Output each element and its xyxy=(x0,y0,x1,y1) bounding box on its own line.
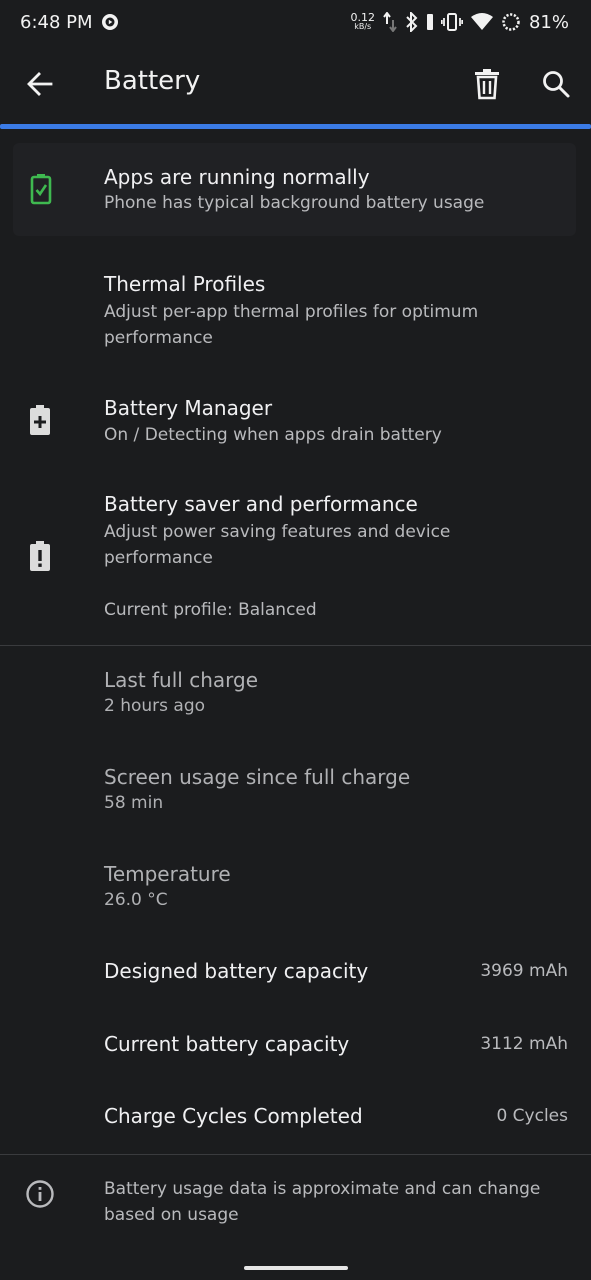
capacity-value: 3969 mAh xyxy=(480,961,568,981)
trash-icon[interactable] xyxy=(472,68,502,100)
status-time: 6:48 PM xyxy=(20,11,93,33)
net-speed-unit: kB/s xyxy=(354,22,372,31)
setting-subtitle: On / Detecting when apps drain battery xyxy=(104,425,442,445)
setting-subtitle: Adjust per-app thermal profiles for opti… xyxy=(104,302,479,348)
vibrate-icon xyxy=(440,13,463,31)
capacity-label: Designed battery capacity xyxy=(104,959,369,983)
loading-progress-bar xyxy=(0,124,591,129)
battery-alert-icon xyxy=(26,540,54,572)
battery-ok-icon xyxy=(29,173,57,205)
battery-ring-icon xyxy=(501,12,521,32)
app-bar: Battery xyxy=(0,44,591,124)
page-title: Battery xyxy=(104,66,201,96)
setting-thermal-profiles[interactable]: Thermal Profiles Adjust per-app thermal … xyxy=(0,258,591,360)
stat-title: Temperature xyxy=(104,862,231,886)
data-arrows-icon xyxy=(383,12,397,32)
current-profile: Current profile: Balanced xyxy=(104,600,317,620)
status-bar: 6:48 PM 0.12 kB/s 81% xyxy=(0,0,591,44)
battery-plus-icon xyxy=(26,404,54,436)
stat-value: 58 min xyxy=(104,793,164,813)
stat-screen-usage: Screen usage since full charge 58 min xyxy=(0,761,591,831)
stat-value: 26.0 °C xyxy=(104,890,168,910)
battery-status-card[interactable]: Apps are running normally Phone has typi… xyxy=(13,143,576,236)
setting-title: Thermal Profiles xyxy=(104,272,266,296)
bt-battery-icon xyxy=(426,13,433,31)
divider xyxy=(0,645,591,646)
capacity-label: Current battery capacity xyxy=(104,1032,350,1056)
setting-title: Battery Manager xyxy=(104,396,273,420)
setting-title: Battery saver and performance xyxy=(104,492,418,516)
net-speed: 0.12 kB/s xyxy=(350,11,375,31)
designed-capacity-row: Designed battery capacity 3969 mAh xyxy=(0,955,591,995)
stat-last-full-charge: Last full charge 2 hours ago xyxy=(0,664,591,734)
media-icon xyxy=(101,13,119,31)
charge-cycles-row: Charge Cycles Completed 0 Cycles xyxy=(0,1100,591,1140)
current-capacity-row: Current battery capacity 3112 mAh xyxy=(0,1028,591,1068)
wifi-icon xyxy=(470,13,493,31)
footer-note: Battery usage data is approximate and ca… xyxy=(0,1170,591,1240)
stat-title: Screen usage since full charge xyxy=(104,765,411,789)
battery-percent: 81% xyxy=(528,11,569,33)
capacity-value: 0 Cycles xyxy=(496,1106,568,1126)
stat-temperature: Temperature 26.0 °C xyxy=(0,858,591,928)
footer-text: Battery usage data is approximate and ca… xyxy=(104,1179,541,1225)
setting-subtitle: Adjust power saving features and device … xyxy=(104,522,451,568)
stat-title: Last full charge xyxy=(104,668,259,692)
setting-battery-saver[interactable]: Battery saver and performance Adjust pow… xyxy=(0,478,591,638)
bluetooth-icon xyxy=(405,12,419,32)
capacity-value: 3112 mAh xyxy=(480,1034,568,1054)
status-card-subtitle: Phone has typical background battery usa… xyxy=(104,193,485,213)
status-card-title: Apps are running normally xyxy=(104,165,370,189)
divider xyxy=(0,1154,591,1155)
stat-value: 2 hours ago xyxy=(104,696,206,716)
back-arrow-icon[interactable] xyxy=(24,68,56,100)
info-icon xyxy=(25,1179,54,1211)
setting-battery-manager[interactable]: Battery Manager On / Detecting when apps… xyxy=(0,382,591,462)
net-speed-value: 0.12 xyxy=(350,11,375,24)
search-icon[interactable] xyxy=(540,68,572,100)
capacity-label: Charge Cycles Completed xyxy=(104,1104,363,1128)
gesture-nav-bar[interactable] xyxy=(244,1266,348,1270)
